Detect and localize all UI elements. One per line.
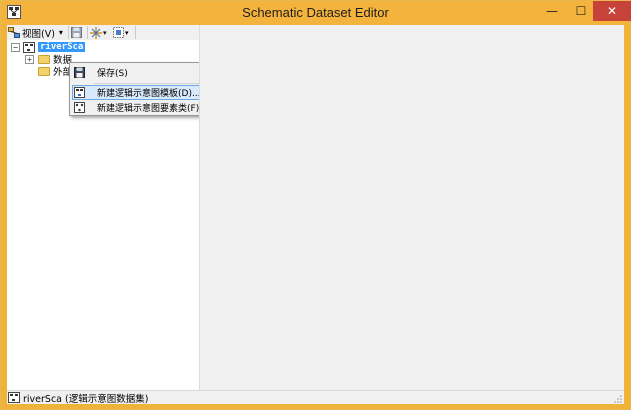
- chevron-down-icon: ▾: [103, 28, 107, 37]
- maximize-button[interactable]: ☐: [567, 1, 595, 21]
- tree-root-label[interactable]: riverSca: [38, 42, 86, 52]
- toolbar: 视图(V) ▾ ▾ ▾: [7, 25, 205, 40]
- feature-class-icon: [74, 102, 85, 113]
- layout-icon: [113, 27, 124, 38]
- status-bar: riverSca (逻辑示意图数据集): [7, 390, 624, 405]
- resize-grip-icon[interactable]: [614, 395, 622, 403]
- folder-icon: [38, 54, 50, 64]
- expand-all-icon: [90, 26, 102, 39]
- minimize-button[interactable]: —: [538, 1, 566, 21]
- toolbar-save-button[interactable]: [71, 25, 85, 40]
- layout-button[interactable]: ▾: [113, 25, 133, 40]
- app-window: Schematic Dataset Editor — ☐ ✕ 视图(V) ▾ ▾…: [0, 0, 631, 410]
- menu-item-label: 新建逻辑示意图要素类(F)...: [97, 104, 208, 114]
- client-area: 视图(V) ▾ ▾ ▾ − riverSca + 数据 外部 保存(S) 新建逻…: [7, 25, 624, 405]
- collapse-expander[interactable]: −: [11, 42, 20, 52]
- view-menu-button[interactable]: 视图(V) ▾: [8, 25, 66, 40]
- toolbar-separator: [87, 26, 88, 39]
- chevron-down-icon: ▾: [58, 28, 63, 37]
- template-icon: [74, 87, 85, 98]
- toolbar-separator: [135, 26, 136, 39]
- toolbar-separator: [68, 26, 69, 39]
- editor-canvas-pane[interactable]: [199, 25, 624, 390]
- expand-expander[interactable]: +: [25, 54, 34, 64]
- save-icon: [74, 67, 85, 78]
- view-menu-label: 视图(V): [22, 28, 55, 40]
- expand-all-button[interactable]: ▾: [90, 25, 110, 40]
- close-button[interactable]: ✕: [593, 1, 631, 21]
- status-text: riverSca (逻辑示意图数据集): [23, 393, 149, 405]
- schematic-dataset-icon: [8, 392, 20, 403]
- save-icon: [71, 27, 82, 38]
- menu-item-label: 保存(S): [97, 69, 128, 79]
- dataset-tree-pane[interactable]: − riverSca + 数据 外部 保存(S) 新建逻辑示意图模板(D)...…: [7, 40, 227, 390]
- view-icon: [8, 26, 20, 38]
- window-title: Schematic Dataset Editor: [242, 5, 389, 20]
- title-bar[interactable]: Schematic Dataset Editor — ☐ ✕: [1, 1, 631, 25]
- tree-item-external[interactable]: 外部: [34, 65, 72, 78]
- folder-icon: [38, 66, 50, 76]
- tree-root-row[interactable]: − riverSca: [11, 41, 86, 53]
- menu-item-label: 新建逻辑示意图模板(D)...: [97, 89, 201, 99]
- schematic-dataset-icon: [23, 41, 35, 53]
- chevron-down-icon: ▾: [125, 28, 129, 37]
